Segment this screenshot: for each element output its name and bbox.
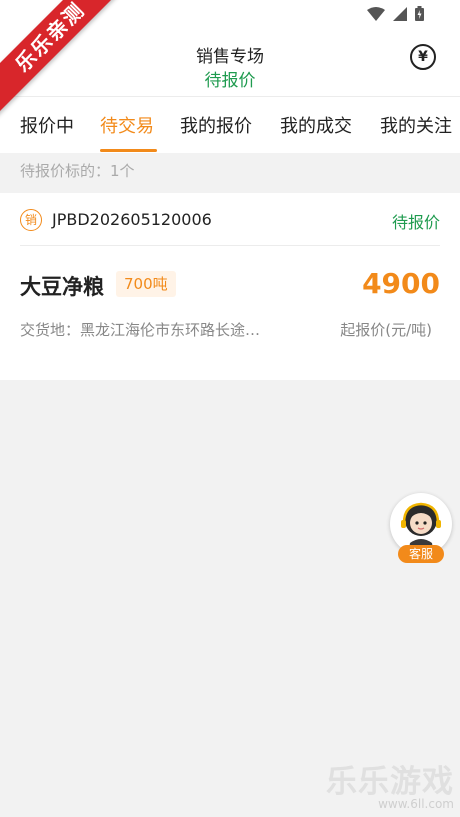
wifi-icon	[367, 6, 385, 21]
listing-card[interactable]: 销 JPBD202605120006 待报价 大豆净粮 700吨 4900 交货…	[0, 193, 460, 380]
card-divider	[20, 245, 440, 246]
brand-watermark: 乐乐游戏 www.6ll.com	[326, 756, 454, 811]
pending-count-summary: 待报价标的：1个	[20, 162, 135, 180]
sell-type-badge: 销	[20, 209, 42, 231]
listing-status: 待报价	[391, 213, 440, 232]
tab-my-deals[interactable]: 我的成交	[280, 112, 352, 138]
page-subtitle: 待报价	[204, 71, 256, 91]
customer-service-button[interactable]: 客服	[390, 493, 454, 565]
signal-icon	[393, 6, 407, 21]
active-tab-indicator	[100, 149, 157, 152]
tab-bar: 报价中 待交易 我的报价 我的成交 我的关注	[0, 96, 460, 153]
order-number: JPBD202605120006	[52, 210, 212, 229]
product-name: 大豆净粮	[20, 275, 104, 299]
starting-price: 4900	[362, 267, 440, 300]
delivery-location: 交货地：黑龙江海伦市东环路长途…	[20, 321, 261, 339]
quantity-tag: 700吨	[116, 271, 176, 297]
price-unit-label: 起报价(元/吨)	[340, 321, 432, 339]
customer-service-label: 客服	[398, 545, 444, 563]
tab-my-quotes[interactable]: 我的报价	[180, 112, 252, 138]
status-icons	[367, 6, 424, 21]
watermark-brand: 乐乐游戏	[326, 764, 454, 800]
yen-icon[interactable]: ¥	[410, 44, 436, 70]
page-title: 销售专场	[196, 47, 264, 67]
tab-quoting[interactable]: 报价中	[20, 112, 74, 138]
tab-pending-trade[interactable]: 待交易	[100, 112, 154, 138]
tab-my-follows[interactable]: 我的关注	[380, 112, 452, 138]
battery-icon	[415, 6, 424, 21]
